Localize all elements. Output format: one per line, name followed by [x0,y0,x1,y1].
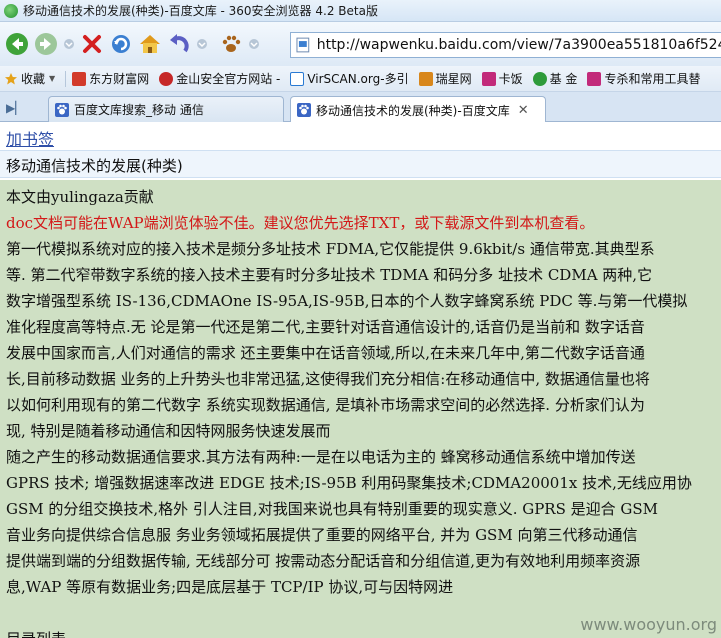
body-line: 等. 第二代窄带数字系统的接入技术主要有时分多址技术 TDMA 和码分多 址技术… [6,266,653,284]
home-button[interactable] [137,31,163,57]
refresh-icon [112,35,130,53]
undo-dropdown[interactable] [195,31,209,57]
sidebar-toggle-icon[interactable]: ▶▏ [6,101,24,115]
bookmark-item[interactable]: 基 金 [532,70,578,87]
undo-icon [170,34,189,53]
undo-button[interactable] [166,31,192,57]
body-line: GSM 的分组交换技术,格外 引人注目,对我国来说也具有特别重要的现实意义. G… [6,500,659,518]
baidu-button[interactable] [218,31,244,57]
tab-label: 百度文库搜索_移动 通信 [74,103,204,117]
chevron-down-icon [249,39,259,49]
bookmark-label: 金山安全官方网站 - [176,72,281,86]
page-icon [296,37,310,53]
tab-search[interactable]: 百度文库搜索_移动 通信 [48,96,284,122]
body-line: 随之产生的移动数据通信要求.其方法有两种:一是在以电话为主的 蜂窝移动通信系统中… [6,448,636,466]
document-body: 本文由yulingaza贡献 doc文档可能在WAP端浏览体验不佳。建议您优先选… [0,180,721,638]
window-title: 移动通信技术的发展(种类)-百度文库 - 360安全浏览器 4.2 Beta版 [23,4,378,18]
bookmark-item[interactable]: 卡饭 [481,70,523,87]
bookmark-label: VirSCAN.org-多引 [307,72,409,86]
site-icon [72,71,87,86]
url-input[interactable] [316,37,721,53]
body-line: 数字增强型系统 IS-136,CDMAOne IS-95A,IS-95B,日本的… [6,292,688,310]
body-line: 第一代模拟系统对应的接入技术是频分多址技术 FDMA,它仅能提供 9.6kbit… [6,240,655,258]
bookmarks-bar: 收藏 ▼ 东方财富网 金山安全官方网站 - VirSCAN.org-多引 瑞星网… [0,66,721,92]
body-line: 息,WAP 等原有数据业务;四是底层基于 TCP/IP 协议,可与因特网进 [6,578,454,596]
paw-icon [222,35,241,52]
bookmark-label: 卡饭 [498,72,523,86]
body-line: 发展中国家而言,人们对通信的需求 还主要集中在话音领域,所以,在未来几年中,第二… [6,344,645,362]
bookmark-label: 瑞星网 [435,72,472,86]
body-line: GPRS 技术; 增强数据速率改进 EDGE 技术;IS-95B 利用码聚集技术… [6,474,692,492]
browser-logo-icon [4,3,18,18]
site-icon [159,71,174,86]
bookmark-item[interactable]: 金山安全官方网站 - [159,70,280,87]
watermark: www.wooyun.org [580,615,717,634]
body-line: 以如何利用现有的第二代数字 系统实现数据通信, 是填补市场需求空间的必然选择. … [6,396,645,414]
site-icon [290,71,305,86]
forward-button[interactable] [33,31,59,57]
site-icon [418,71,433,86]
site-icon [532,71,547,86]
document-title: 移动通信技术的发展(种类) [0,150,721,178]
body-line: 音业务向提供综合信息服 务业务领域拓展提供了重要的网络平台, 并为 GSM 向第… [6,526,638,544]
paw-icon [55,102,69,117]
site-icon [587,71,602,86]
title-bar: 移动通信技术的发展(种类)-百度文库 - 360安全浏览器 4.2 Beta版 [0,0,721,22]
bookmark-label: 收藏 [21,72,46,86]
paw-icon [297,103,311,117]
body-line: 提供端到端的分组数据传输, 无线部分可 按需动态分配话音和分组信道,更为有效地利… [6,552,641,570]
bookmark-label: 东方财富网 [89,72,150,86]
home-icon [140,35,160,53]
address-bar[interactable] [290,32,721,58]
tab-document[interactable]: 移动通信技术的发展(种类)-百度文库 ✕ [290,96,546,123]
chevron-down-icon [197,39,207,49]
bookmark-item[interactable]: 瑞星网 [418,70,472,87]
back-icon [6,33,28,55]
navigation-toolbar [0,22,721,66]
site-icon [481,71,496,86]
bookmark-item[interactable]: 专杀和常用工具替 [587,70,700,87]
refresh-button[interactable] [108,31,134,57]
history-dropdown[interactable] [62,31,76,57]
forward-icon [35,33,57,55]
back-button[interactable] [4,31,30,57]
divider [65,70,67,87]
star-icon [5,72,17,84]
body-line: 现, 特别是随着移动通信和因特网服务快速发展而 [6,422,331,440]
chevron-down-icon [64,39,74,49]
tab-label: 移动通信技术的发展(种类)-百度文库 [316,103,510,118]
body-line: 长,目前移动数据 业务的上升势头也非常迅猛,这使得我们充分相信:在移动通信中, … [6,370,650,388]
add-bookmark-link[interactable]: 加书签 [0,122,721,150]
bookmark-item[interactable]: VirSCAN.org-多引 [290,70,409,87]
contributor-text: 本文由yulingaza贡献 [6,188,154,206]
tab-bar: ▶▏ 百度文库搜索_移动 通信 移动通信技术的发展(种类)-百度文库 ✕ [0,92,721,123]
bookmark-label: 基 金 [549,72,578,86]
bookmark-label: 专杀和常用工具替 [604,72,701,86]
chevron-down-icon: ▼ [49,74,56,83]
close-icon[interactable]: ✕ [518,103,529,118]
body-line: 准化程度高等特点.无 论是第一代还是第二代,主要针对话音通信设计的,话音仍是当前… [6,318,645,336]
bookmark-item[interactable]: 东方财富网 [72,70,149,87]
stop-button[interactable] [79,31,105,57]
format-warning: doc文档可能在WAP端浏览体验不佳。建议您优先选择TXT，或下载源文件到本机查… [6,214,595,232]
stop-icon [83,35,101,53]
bookmark-favorites[interactable]: 收藏 ▼ [4,70,55,87]
page-content: 加书签 移动通信技术的发展(种类) 本文由yulingaza贡献 doc文档可能… [0,122,721,638]
table-of-contents-heading: 目录列表 [6,628,66,638]
baidu-dropdown[interactable] [247,31,261,57]
